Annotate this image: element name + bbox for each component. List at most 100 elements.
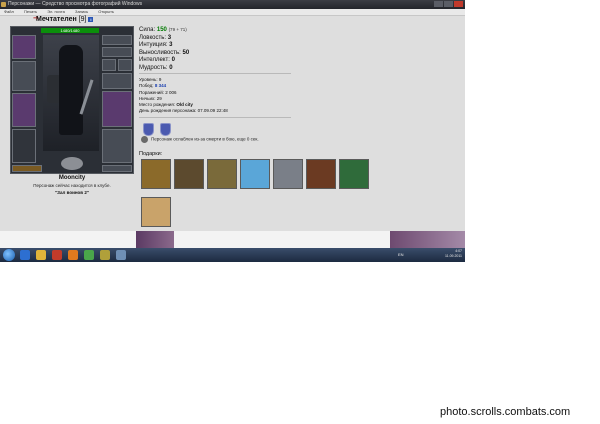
badge-icon[interactable] xyxy=(143,123,154,136)
ie-icon[interactable] xyxy=(20,250,30,260)
menu-item-open[interactable]: Открыть xyxy=(98,9,114,14)
window-titlebar: Персонажи — Средство просмотра фотографи… xyxy=(0,0,465,9)
gift-item[interactable] xyxy=(273,159,303,189)
character-figure xyxy=(43,35,99,151)
helmet-slot[interactable] xyxy=(12,35,36,59)
stat-value: 150 xyxy=(156,27,167,33)
gift-item[interactable] xyxy=(339,159,369,189)
divider xyxy=(139,117,291,118)
taskbar: EN 4:07 11.09.2011 xyxy=(0,248,465,262)
maximize-button[interactable] xyxy=(444,1,453,7)
firefox-icon[interactable] xyxy=(68,250,78,260)
media-icon[interactable] xyxy=(52,250,62,260)
clock[interactable]: 4:07 11.09.2011 xyxy=(445,249,462,259)
gifts-label: Подарки: xyxy=(139,151,163,157)
stat-row: Интеллект: 0 xyxy=(139,57,189,65)
stat-value: 3 xyxy=(169,42,173,48)
stat-label: Интеллект: xyxy=(139,57,170,63)
ring-slot-2[interactable] xyxy=(118,59,132,71)
armor-slot[interactable] xyxy=(12,129,36,163)
info-label: Побед: xyxy=(139,83,154,89)
info-row: День рождения персонажа: 07.09.09 22:48 xyxy=(139,108,228,114)
app-icon xyxy=(1,2,6,7)
info-value: 8 344 xyxy=(154,83,167,89)
owner-name[interactable]: Mooncity xyxy=(10,175,134,181)
boots-slot[interactable] xyxy=(102,165,132,172)
info-label: Поражений: xyxy=(139,89,165,95)
stats-list: Сила: 150 (79 + 71) Ловкость: 3 Интуиция… xyxy=(139,26,189,72)
info-label: Ничьих: xyxy=(139,95,156,101)
desktop-background xyxy=(390,231,465,248)
gift-item[interactable] xyxy=(174,159,204,189)
info-icon[interactable]: i xyxy=(88,16,94,22)
close-button[interactable] xyxy=(454,1,463,7)
info-value: 9 xyxy=(158,77,162,82)
footer-url: photo.scrolls.combats.com xyxy=(440,406,571,418)
stat-label: Ловкость: xyxy=(139,34,167,41)
amulet-slot[interactable] xyxy=(102,47,132,57)
language-indicator[interactable]: EN xyxy=(398,252,404,257)
stat-row: Интуиция: 3 xyxy=(139,42,189,50)
equipment-panel: 1480/1480 xyxy=(10,26,134,174)
gloves-slot[interactable] xyxy=(102,73,132,89)
menu-item-email[interactable]: Эл. почта xyxy=(47,9,65,14)
hp-bar: 1480/1480 xyxy=(41,28,99,33)
menu-bar: Файл Печать Эл. почта Запись Открыть xyxy=(0,9,465,16)
menu-item-burn[interactable]: Запись xyxy=(75,9,88,14)
ring-slot-1[interactable] xyxy=(102,59,116,71)
desktop-background xyxy=(136,231,174,248)
character-name[interactable]: Мечтателен xyxy=(36,16,77,23)
gift-item[interactable] xyxy=(141,197,171,227)
stat-value: 0 xyxy=(171,57,175,63)
info-label: Уровень: xyxy=(139,77,158,82)
screenshot: Персонажи — Средство просмотра фотографи… xyxy=(0,0,465,262)
photo-viewer-icon[interactable] xyxy=(116,250,126,260)
folder-icon[interactable] xyxy=(36,250,46,260)
stat-row: Сила: 150 (79 + 71) xyxy=(139,26,189,35)
window-title: Персонажи — Средство просмотра фотографи… xyxy=(8,1,143,7)
app-icon[interactable] xyxy=(84,250,94,260)
stat-row: Ловкость: 3 xyxy=(139,35,189,43)
location-room: "Зал воинов 2" xyxy=(55,190,89,195)
gift-item[interactable] xyxy=(141,159,171,189)
stat-label: Сила: xyxy=(139,27,156,33)
start-button[interactable] xyxy=(3,249,15,261)
skull-icon xyxy=(141,136,148,143)
clan-emblem-icon xyxy=(61,157,83,170)
stat-extra: (79 + 71) xyxy=(168,27,187,32)
weakness-text: Персонаж ослаблен из-за смерти в бою, ещ… xyxy=(151,136,259,142)
weakness-status: Персонаж ослаблен из-за смерти в бою, ещ… xyxy=(141,136,259,143)
stat-label: Интуиция: xyxy=(139,42,168,48)
offhand-slot[interactable] xyxy=(102,91,132,127)
gift-item[interactable] xyxy=(240,159,270,189)
info-value: 29 xyxy=(156,95,162,101)
stat-row: Выносливость: 50 xyxy=(139,50,189,58)
weapon-slot[interactable] xyxy=(12,93,36,127)
character-page: ➔ Мечтателен [9] i 1480/1480 Mooncity Пе… xyxy=(0,15,465,231)
info-label: День рождения персонажа: xyxy=(139,108,197,114)
minimize-button[interactable] xyxy=(434,1,443,7)
earring-slot[interactable] xyxy=(102,35,132,45)
info-value: 07.09.09 22:48 xyxy=(197,108,228,114)
stat-value: 50 xyxy=(182,49,190,56)
gift-item[interactable] xyxy=(306,159,336,189)
legs-slot[interactable] xyxy=(102,129,132,163)
stat-value: 3 xyxy=(167,34,172,41)
knight-icon xyxy=(59,45,83,135)
stat-row: Мудрость: 0 xyxy=(139,65,189,73)
character-info: Уровень: 9 Побед: 8 344 Поражений: 2 006… xyxy=(139,77,228,115)
belt-slot[interactable] xyxy=(12,165,42,172)
stat-label: Выносливость: xyxy=(139,49,181,56)
window-controls xyxy=(434,1,463,7)
badge-icon[interactable] xyxy=(160,123,171,136)
bracers-slot[interactable] xyxy=(12,61,36,91)
character-level: [9] xyxy=(78,16,87,23)
menu-item-file[interactable]: Файл xyxy=(4,9,14,14)
clock-date: 11.09.2011 xyxy=(445,254,462,258)
gift-item[interactable] xyxy=(207,159,237,189)
divider xyxy=(139,73,291,74)
stat-label: Мудрость: xyxy=(139,64,168,71)
info-label: Место рождения: xyxy=(139,102,176,108)
app-icon[interactable] xyxy=(100,250,110,260)
info-value: Old city xyxy=(176,102,193,108)
